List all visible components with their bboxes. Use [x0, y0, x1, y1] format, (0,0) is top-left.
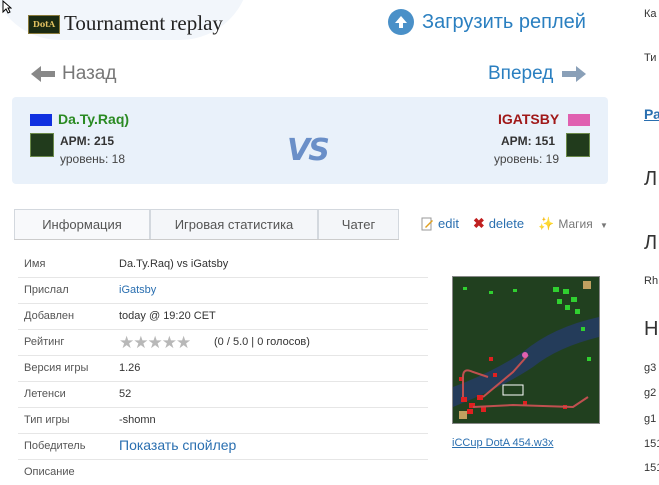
players-panel: Da.Ty.Raq) APM: 215 уровень: 18 VS IGATS…: [12, 97, 608, 184]
back-label: Назад: [62, 63, 117, 84]
magic-label: Магия: [558, 216, 593, 231]
arrow-left-icon: [30, 64, 56, 84]
info-label: Версия игры: [24, 362, 89, 374]
right-column-text: Ти: [644, 52, 657, 64]
tab-info[interactable]: Информация: [14, 209, 150, 239]
info-value: -shomn: [119, 414, 156, 426]
cursor-icon: [2, 0, 13, 14]
edit-icon: [420, 217, 434, 231]
info-value: 52: [119, 388, 132, 400]
right-column-text: g1: [644, 413, 657, 425]
table-row: Победитель Показать спойлер: [18, 434, 428, 460]
player-name-left[interactable]: Da.Ty.Raq): [58, 111, 129, 127]
tab-game-stats[interactable]: Игровая статистика: [150, 209, 318, 239]
info-label: Тип игры: [24, 414, 70, 426]
right-column-text: g3: [644, 362, 657, 374]
tab-bar: Информация Игровая статистика Чатег: [14, 209, 399, 240]
arrow-up-icon: [388, 9, 414, 35]
right-column-text: Rh: [644, 275, 659, 287]
info-label: Победитель: [24, 440, 86, 452]
delete-icon: ✖: [472, 215, 485, 231]
minimap-link[interactable]: iCCup DotA 454.w3x: [452, 437, 554, 449]
info-label: Описание: [24, 466, 75, 478]
info-label: Добавлен: [24, 310, 75, 322]
delete-link[interactable]: delete: [489, 216, 524, 231]
right-column-text: Ка: [644, 8, 657, 20]
right-column-text: 151: [644, 438, 659, 450]
info-label: Летенси: [24, 388, 66, 400]
table-row: Версия игры 1.26: [18, 356, 428, 382]
table-row: Имя Da.Ty.Raq) vs iGatsby: [18, 252, 428, 278]
dota-logo: DotA: [28, 15, 60, 34]
right-column-text: 151: [644, 462, 659, 474]
forward-label: Вперед: [488, 63, 554, 84]
level-left: уровень: 18: [60, 152, 126, 166]
info-label: Имя: [24, 258, 46, 270]
info-value: 1.26: [119, 362, 141, 374]
tab-chat[interactable]: Чатег: [318, 209, 399, 239]
table-row: Добавлен today @ 19:20 CET: [18, 304, 428, 330]
apm-left: APM: 215: [60, 134, 115, 148]
right-column-heading: Л: [644, 232, 658, 254]
info-label: Рейтинг: [24, 336, 65, 348]
hero-icon-left: [30, 133, 54, 157]
player-color-right: [568, 114, 590, 126]
player-color-left: [30, 114, 52, 126]
info-label: Прислал: [24, 284, 69, 296]
apm-right: APM: 151: [501, 134, 556, 148]
edit-link[interactable]: edit: [438, 216, 459, 231]
uploader-link[interactable]: iGatsby: [119, 284, 156, 296]
page-title: Tournament replay: [64, 11, 223, 35]
right-column-text: g2: [644, 387, 657, 399]
hero-icon-right: [566, 133, 590, 157]
magic-wand-icon: ✨: [538, 215, 555, 231]
chevron-down-icon: ▼: [600, 220, 608, 230]
show-spoiler-link[interactable]: Показать спойлер: [119, 437, 236, 453]
info-value: Da.Ty.Raq) vs iGatsby: [119, 258, 229, 270]
table-row: Рейтинг ★★★★★ (0 / 5.0 | 0 голосов): [18, 330, 428, 356]
rating-stars[interactable]: ★★★★★: [119, 333, 191, 353]
level-right: уровень: 19: [494, 152, 560, 166]
info-value: today @ 19:20 CET: [119, 310, 216, 322]
arrow-right-icon: [561, 64, 587, 84]
replay-actions: edit ✖ delete ✨ Магия ▼: [420, 215, 616, 232]
table-row: Тип игры -shomn: [18, 408, 428, 434]
right-column-heading: Н: [644, 318, 659, 340]
vs-logo: VS: [287, 133, 330, 168]
table-row: Описание: [18, 460, 428, 485]
right-column-link[interactable]: Ра: [644, 106, 659, 122]
back-button[interactable]: Назад: [30, 63, 116, 85]
rating-text: (0 / 5.0 | 0 голосов): [214, 336, 310, 348]
minimap-image[interactable]: [452, 276, 600, 424]
right-column-heading: Л: [644, 168, 658, 190]
table-row: Летенси 52: [18, 382, 428, 408]
upload-replay-label: Загрузить реплей: [422, 10, 586, 33]
upload-replay-button[interactable]: Загрузить реплей: [388, 9, 586, 35]
table-row: Прислал iGatsby: [18, 278, 428, 304]
player-name-right[interactable]: IGATSBY: [498, 111, 559, 127]
magic-dropdown[interactable]: Магия ▼: [558, 217, 612, 231]
forward-button[interactable]: Вперед: [488, 63, 587, 85]
